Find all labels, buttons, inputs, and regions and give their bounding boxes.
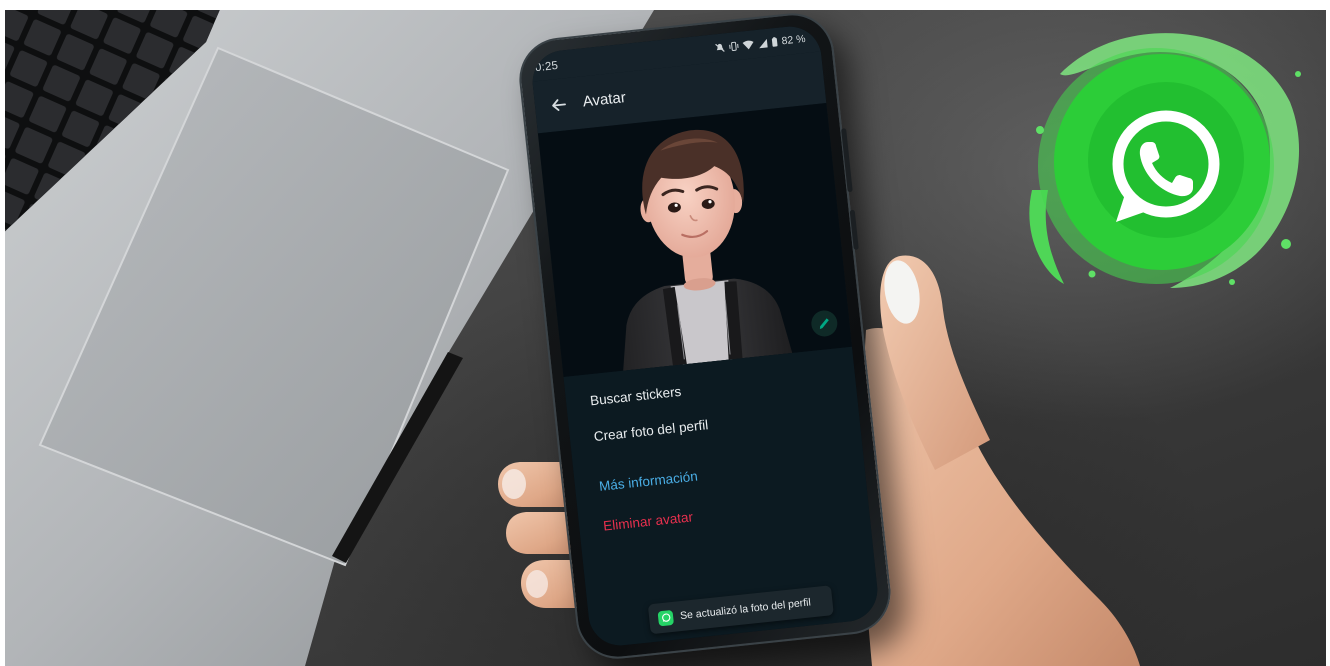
image-border: [0, 0, 5, 666]
image-border: [1326, 0, 1330, 666]
whatsapp-logo-icon: [1029, 33, 1301, 288]
photo-scene: 0:25 82 % Avatar Buscar stickers Crear f…: [0, 0, 1330, 666]
image-border: [0, 0, 1330, 10]
